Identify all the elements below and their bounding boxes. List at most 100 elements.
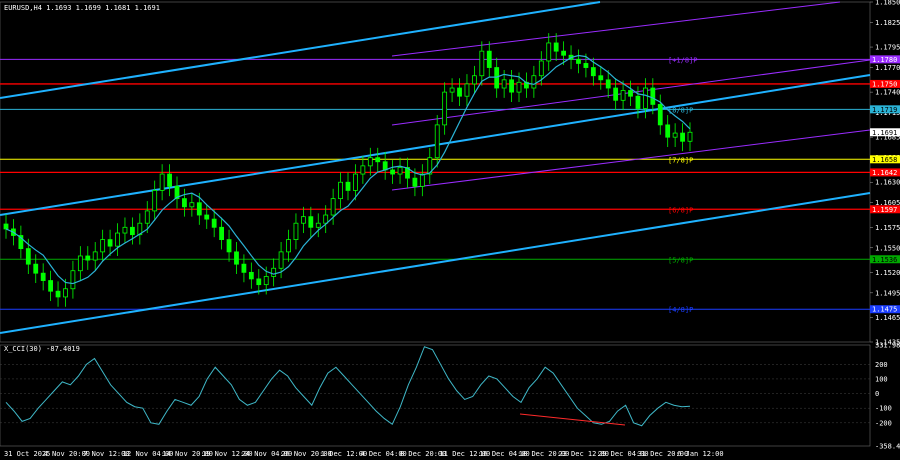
candle-body	[308, 216, 314, 228]
cci-frame	[0, 344, 871, 447]
price-tick-label: 1.1630	[875, 179, 900, 187]
price-level-label: 1.1475	[872, 306, 897, 314]
candle-body	[419, 173, 425, 187]
price-level-label: 1.1642	[872, 169, 897, 177]
candle-body	[219, 226, 225, 240]
candle-body	[152, 190, 158, 212]
murray-level-tag: [6/8]P	[668, 206, 693, 214]
price-level-label: 1.1597	[872, 206, 897, 214]
price-tick-label: 1.1495	[875, 289, 900, 297]
time-axis-label: 6 Jan 12:00	[677, 450, 723, 458]
price-tick-label: 1.1575	[875, 224, 900, 232]
price-tick-label: 1.1825	[875, 19, 900, 27]
candle-body	[650, 87, 656, 105]
candle-body	[345, 181, 351, 191]
candle-body	[590, 67, 596, 77]
candle-body	[226, 239, 232, 253]
murray-level-tag: [7/8]P	[668, 156, 693, 164]
candle-body	[211, 218, 217, 228]
murray-level-tag: [4/8]P	[668, 306, 693, 314]
cci-tick-label: -100	[875, 405, 892, 413]
candle-body	[635, 95, 641, 109]
candle-body	[167, 173, 172, 187]
murray-level-tag: [5/8]P	[668, 256, 693, 264]
candle-body	[598, 75, 604, 81]
candle-body	[182, 198, 187, 208]
candle-body	[486, 50, 492, 68]
cci-indicator-pane: 331.9862001000-100-200-358.43831 Oct 202…	[0, 342, 900, 458]
symbol-header: EURUSD,H4 1.1693 1.1699 1.1681 1.1691	[4, 4, 160, 12]
price-chart[interactable]: 1.18501.18251.17951.17701.17401.17151.16…	[0, 0, 900, 460]
candle-body	[92, 251, 98, 261]
candle-body	[40, 272, 46, 281]
candle-body	[412, 177, 418, 187]
candle-body	[77, 255, 83, 272]
price-tick-label: 1.1770	[875, 64, 900, 72]
candle-body	[605, 79, 611, 89]
candle-body	[501, 79, 507, 89]
candle-body	[516, 81, 522, 93]
candle-body	[70, 270, 76, 290]
cci-tick-label: 200	[875, 361, 888, 369]
main-price-pane: 1.18501.18251.17951.17701.17401.17151.16…	[0, 0, 900, 347]
candle-body	[471, 75, 477, 85]
candle-body	[196, 202, 202, 216]
candle-body	[189, 202, 195, 208]
candle-body	[286, 239, 291, 253]
candle-body	[442, 91, 448, 126]
candle-body	[375, 157, 381, 163]
candle-body	[55, 290, 61, 298]
candle-body	[144, 210, 150, 224]
candle-body	[33, 263, 39, 274]
candle-body	[576, 58, 581, 64]
candle-body	[360, 165, 366, 175]
candle-body	[3, 223, 9, 230]
candle-body	[390, 169, 396, 175]
candle-body	[204, 214, 210, 220]
candle-body	[382, 161, 388, 171]
candle-body	[367, 157, 373, 167]
candle-body	[263, 276, 269, 286]
candle-body	[509, 79, 514, 93]
candle-body	[479, 50, 485, 77]
price-tick-label: 1.1550	[875, 244, 900, 252]
candle-body	[449, 87, 455, 93]
candle-body	[583, 63, 589, 68]
candle-body	[48, 280, 54, 292]
cci-tick-label: 0	[875, 390, 879, 398]
candle-body	[687, 131, 693, 142]
candle-body	[323, 214, 329, 224]
cci-tick-label: -200	[875, 419, 892, 427]
candle-body	[628, 90, 633, 97]
divergence-line	[519, 413, 626, 426]
trend-channel-line	[0, 192, 871, 334]
candle-body	[620, 90, 626, 101]
cci-tick-label: 100	[875, 375, 888, 383]
candle-body	[353, 173, 358, 191]
candle-body	[100, 239, 106, 253]
price-level-label: 1.1719	[872, 106, 897, 114]
candle-body	[300, 216, 306, 224]
price-tick-label: 1.1850	[875, 0, 900, 7]
candle-body	[434, 124, 440, 159]
candle-body	[107, 239, 113, 247]
candle-body	[248, 271, 254, 280]
candle-body	[494, 67, 500, 89]
candle-body	[159, 173, 165, 191]
candle-body	[613, 87, 619, 101]
candle-body	[241, 263, 247, 273]
candle-body	[234, 251, 239, 265]
candle-body	[129, 226, 135, 236]
purple-channel-line	[391, 129, 871, 191]
candle-body	[122, 226, 128, 234]
cci-tick-label: -358.438	[875, 443, 900, 451]
candle-body	[672, 132, 678, 138]
candle-body	[457, 87, 462, 97]
price-level-label: 1.1536	[872, 256, 897, 264]
cci-tick-label: 331.986	[875, 342, 900, 350]
candle-body	[397, 167, 403, 175]
price-tick-label: 1.1465	[875, 314, 900, 322]
candle-body	[293, 222, 299, 240]
candle-body	[531, 75, 537, 89]
purple-channel-line	[391, 1, 841, 57]
